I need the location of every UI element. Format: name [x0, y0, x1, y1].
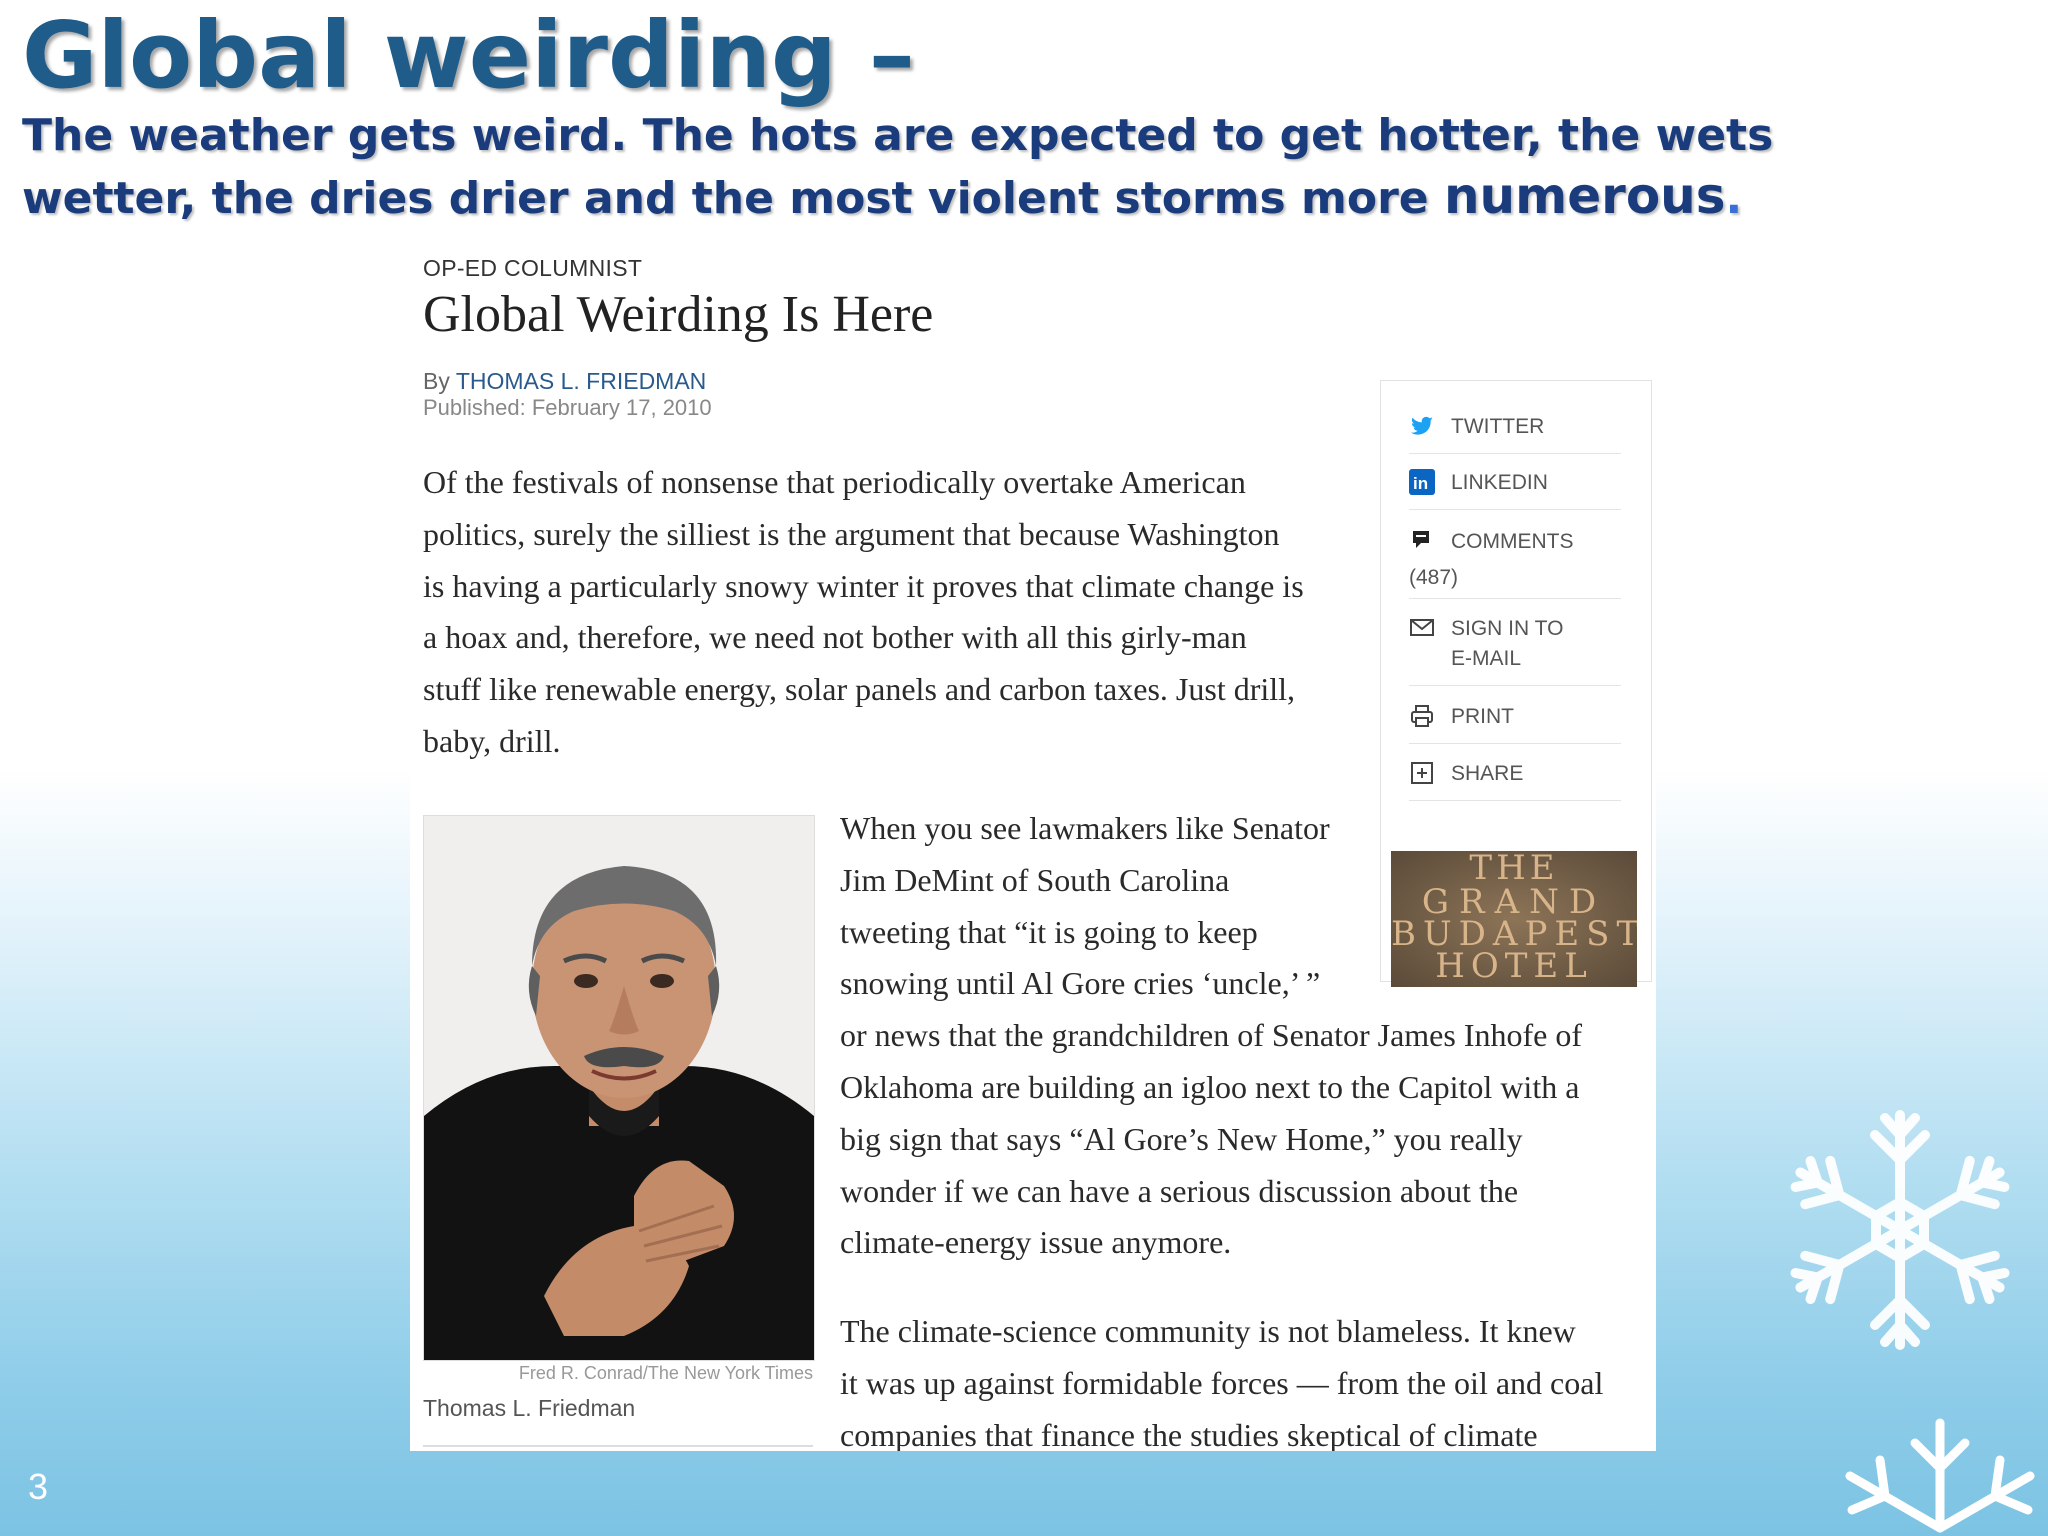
- article-paragraph-3: The climate-science community is not bla…: [840, 1305, 1640, 1451]
- paragraph-line: climate-energy issue anymore.: [840, 1224, 1232, 1261]
- twitter-icon: [1409, 413, 1435, 439]
- print-label: PRINT: [1451, 705, 1514, 728]
- print-button[interactable]: PRINT: [1409, 701, 1621, 744]
- comment-bubble-icon: [1409, 528, 1435, 554]
- photo-caption: Thomas L. Friedman: [423, 1395, 636, 1421]
- caption-divider: [423, 1445, 813, 1447]
- article-headline: Global Weirding Is Here: [423, 286, 934, 343]
- published-date: Published: February 17, 2010: [423, 395, 712, 420]
- comments-button[interactable]: COMMENTS (487): [1409, 526, 1621, 599]
- share-button[interactable]: SHARE: [1409, 758, 1621, 801]
- email-share-button[interactable]: SIGN IN TO E-MAIL: [1409, 613, 1621, 686]
- envelope-icon: [1409, 615, 1435, 641]
- ad-text-line: THE: [1469, 851, 1559, 888]
- linkedin-share-button[interactable]: in LINKEDIN: [1409, 467, 1621, 510]
- signin-label-1: SIGN IN TO: [1451, 617, 1564, 640]
- article-kicker: OP-ED COLUMNIST: [423, 255, 643, 281]
- paragraph-line: politics, surely the silliest is the arg…: [423, 515, 1280, 552]
- paragraph-line: is having a particularly snowy winter it…: [423, 567, 1304, 604]
- byline-by: By: [423, 368, 456, 394]
- twitter-label: TWITTER: [1451, 415, 1545, 438]
- advertisement-banner[interactable]: THE GRAND BUDAPEST HOTEL: [1391, 851, 1637, 987]
- paragraph-line: baby, drill.: [423, 722, 561, 759]
- article-byline: By THOMAS L. FRIEDMAN: [423, 368, 706, 395]
- paragraph-line: it was up against formidable forces — fr…: [840, 1365, 1604, 1401]
- share-label: SHARE: [1451, 762, 1524, 785]
- paragraph-line: companies that finance the studies skept…: [840, 1417, 1538, 1451]
- author-photo: [423, 815, 815, 1361]
- snowflake-icon: [1780, 1110, 2020, 1360]
- paragraph-line: big sign that says “Al Gore’s New Home,”…: [840, 1120, 1523, 1157]
- printer-icon: [1409, 703, 1435, 729]
- paragraph-line: Oklahoma are building an igloo next to t…: [840, 1068, 1580, 1105]
- slide-subtitle-last-word: numerous: [1443, 167, 1726, 225]
- svg-text:in: in: [1413, 474, 1428, 493]
- linkedin-icon: in: [1409, 469, 1435, 495]
- paragraph-line: stuff like renewable energy, solar panel…: [423, 671, 1296, 708]
- paragraph-line: a hoax and, therefore, we need not bothe…: [423, 619, 1247, 656]
- ad-text-line: HOTEL: [1435, 946, 1593, 986]
- author-link[interactable]: THOMAS L. FRIEDMAN: [456, 368, 706, 394]
- article-screenshot: OP-ED COLUMNIST Global Weirding Is Here …: [410, 245, 1656, 1451]
- plus-box-icon: [1409, 760, 1435, 786]
- article-paragraph-1: Of the festivals of nonsense that period…: [423, 457, 1383, 768]
- slide-subtitle-period: .: [1725, 173, 1743, 224]
- author-portrait-illustration: [424, 816, 814, 1360]
- share-tools-panel: TWITTER in LINKEDIN COMMENTS (487) SIGN …: [1380, 380, 1652, 987]
- slide-title: Global weirding –: [22, 2, 915, 109]
- twitter-share-button[interactable]: TWITTER: [1409, 411, 1621, 454]
- paragraph-line: The climate-science community is not bla…: [840, 1313, 1576, 1349]
- comments-count: (487): [1409, 566, 1459, 589]
- photo-credit: Fred R. Conrad/The New York Times: [518, 1363, 813, 1383]
- paragraph-line: wonder if we can have a serious discussi…: [840, 1172, 1519, 1209]
- comments-label: COMMENTS: [1451, 530, 1574, 553]
- slide-subtitle: The weather gets weird. The hots are exp…: [22, 106, 1842, 229]
- signin-label-2: E-MAIL: [1451, 647, 1522, 670]
- slide-page-number: 3: [28, 1466, 49, 1507]
- paragraph-line: Of the festivals of nonsense that period…: [423, 464, 1246, 500]
- paragraph-line: or news that the grandchildren of Senato…: [840, 1017, 1582, 1054]
- linkedin-label: LINKEDIN: [1451, 471, 1548, 494]
- snowflake-icon: [1845, 1418, 2035, 1533]
